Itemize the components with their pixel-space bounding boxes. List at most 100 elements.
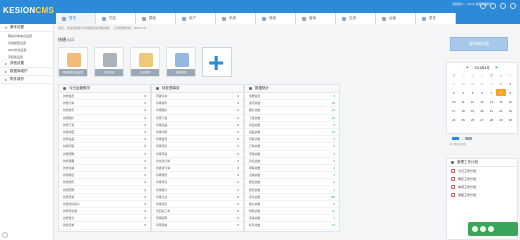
table-row[interactable]: 待回复工单 0 <box>152 208 243 216</box>
quick-tile[interactable]: 模板管理 <box>166 47 196 77</box>
help-icon[interactable] <box>500 3 506 9</box>
table-row[interactable]: 需求总数 1 <box>245 215 339 223</box>
table-row[interactable]: 评论总数 155 <box>245 194 339 201</box>
table-row[interactable]: 注册会员 5 <box>245 93 339 101</box>
table-row[interactable]: 标签总数 27 <box>245 222 339 230</box>
sidebar-item[interactable]: 手机版设置 <box>0 53 53 60</box>
table-row[interactable]: 待付款订单 0 <box>152 158 243 165</box>
home-icon[interactable] <box>480 3 486 9</box>
publish-button[interactable]: 发布新内容 <box>450 37 508 51</box>
day-cell[interactable]: 29 <box>468 80 477 87</box>
add-shortcut-button[interactable]: + <box>202 47 232 78</box>
day-cell[interactable]: 14 <box>487 98 496 105</box>
day-cell[interactable]: 24 <box>449 116 458 123</box>
sidebar-item[interactable]: 系统模型设置 <box>0 39 53 46</box>
table-row[interactable]: 留言总数 6 <box>245 201 339 208</box>
table-row[interactable]: 新增订单 0 <box>59 100 150 108</box>
table-row[interactable]: 新增简历 0 <box>59 179 150 187</box>
day-cell[interactable]: 5 <box>468 89 477 96</box>
table-row[interactable]: 新增下载 0 <box>59 122 150 129</box>
day-cell[interactable]: 28 <box>487 116 496 123</box>
quick-tile[interactable]: 会员管理 <box>130 47 160 77</box>
day-cell[interactable]: 20 <box>477 107 486 114</box>
tab-6[interactable]: 营销 <box>296 13 336 24</box>
tab-1[interactable]: 内容 <box>96 13 136 24</box>
day-cell[interactable]: 18 <box>458 107 467 114</box>
table-row[interactable]: 新增职位 0 <box>59 172 150 180</box>
table-row[interactable]: 问答总数 3 <box>245 136 339 144</box>
table-row[interactable]: 商品总数 32 <box>245 129 339 137</box>
message-icon[interactable] <box>472 226 478 232</box>
table-row[interactable]: 简历总数 1 <box>245 186 339 194</box>
table-row[interactable]: 新增直播 0 <box>59 165 150 173</box>
day-cell[interactable]: 9 <box>506 89 515 96</box>
table-row[interactable]: 待审商品 0 <box>152 122 243 129</box>
table-row[interactable]: 图片总数 21 <box>245 107 339 115</box>
day-cell[interactable]: 4 <box>458 89 467 96</box>
sidebar-section-2[interactable]: ▸ 数据库维护 <box>0 68 53 76</box>
logout-icon[interactable] <box>510 3 516 9</box>
table-row[interactable]: 待审订单 0 <box>152 93 243 101</box>
tab-3[interactable]: 用户 <box>176 13 216 24</box>
day-cell[interactable]: 25 <box>458 116 467 123</box>
table-row[interactable]: 待审问答 0 <box>152 129 243 137</box>
notification-toast[interactable] <box>468 222 518 236</box>
table-row[interactable]: 新增资讯 0 <box>59 107 150 115</box>
table-row[interactable]: 待审下载 0 <box>152 115 243 122</box>
table-row[interactable]: 待审留言 0 <box>152 186 243 194</box>
quick-tile[interactable]: 网站基本信息设置 <box>58 47 88 77</box>
table-row[interactable]: 新增课程 0 <box>59 158 150 165</box>
table-row[interactable]: 新增需求 0 <box>59 222 150 230</box>
table-row[interactable]: 新增留言 0 <box>59 215 150 223</box>
day-cell[interactable]: 30 <box>506 116 515 123</box>
table-row[interactable]: 新增问答 0 <box>59 143 150 151</box>
brand-logo[interactable]: KESIONCMS <box>3 6 54 15</box>
table-row[interactable]: 待审评论 0 <box>152 143 243 151</box>
quick-tile[interactable]: 发布文章 <box>94 47 124 77</box>
day-cell[interactable]: 11 <box>458 98 467 105</box>
day-cell[interactable]: 19 <box>468 107 477 114</box>
day-cell[interactable]: 26 <box>468 116 477 123</box>
table-row[interactable]: 附件总数 11 <box>245 208 339 216</box>
day-cell[interactable]: 27 <box>477 116 486 123</box>
day-cell[interactable]: 29 <box>496 116 505 123</box>
tab-4[interactable]: 系统 <box>216 13 256 24</box>
day-cell[interactable]: 23 <box>506 107 515 114</box>
sidebar-section-3[interactable]: ▸ 附件操作 <box>0 76 53 84</box>
next-month-button[interactable]: ▶ <box>496 65 498 69</box>
day-cell[interactable]: 17 <box>449 107 458 114</box>
day-cell[interactable]: 31 <box>487 80 496 87</box>
tab-5[interactable]: 商城 <box>256 13 296 24</box>
table-row[interactable]: 下载总数 19 <box>245 115 339 122</box>
table-row[interactable]: 新增评论数 0 <box>59 208 150 216</box>
day-cell[interactable]: 7 <box>487 89 496 96</box>
chat-icon[interactable] <box>480 226 486 232</box>
day-cell[interactable]: 6 <box>477 89 486 96</box>
tab-8[interactable]: 运营 <box>376 13 416 24</box>
tab-2[interactable]: 模板 <box>136 13 176 24</box>
table-row[interactable]: 专题总数 3 <box>245 151 339 158</box>
day-cell[interactable]: 28 <box>458 80 467 87</box>
table-row[interactable]: 课程总数 4 <box>245 165 339 173</box>
table-row[interactable]: 新增专题 0 <box>59 194 150 201</box>
collapse-sidebar-icon[interactable] <box>2 232 8 238</box>
table-row[interactable]: 新增论坛帖子 0 <box>59 201 150 208</box>
table-row[interactable]: 新增商品 0 <box>59 136 150 144</box>
table-row[interactable]: 待审评论 0 <box>152 179 243 187</box>
table-row[interactable]: 职位总数 2 <box>245 179 339 187</box>
table-row[interactable]: 直播总数 2 <box>245 172 339 180</box>
tab-9[interactable]: 更多 <box>416 13 456 24</box>
table-row[interactable]: 待审资讯 0 <box>152 100 243 108</box>
day-cell[interactable]: 13 <box>477 98 486 105</box>
sidebar-section-0[interactable]: ▾ 基本设置 <box>0 24 53 32</box>
table-row[interactable]: 新增团购 0 <box>59 151 150 158</box>
day-cell[interactable]: 15 <box>496 98 505 105</box>
day-cell[interactable]: 21 <box>487 107 496 114</box>
sidebar-item[interactable]: SEO优化设置 <box>0 46 53 53</box>
day-cell[interactable]: 2 <box>506 80 515 87</box>
sidebar-section-1[interactable]: ▸ 其他设置 <box>0 60 53 68</box>
table-row[interactable]: 待审简历 0 <box>152 172 243 180</box>
day-cell[interactable]: 3 <box>449 89 458 96</box>
day-cell[interactable]: 10 <box>449 98 458 105</box>
plan-item[interactable]: 今日工作计划 <box>447 167 517 175</box>
